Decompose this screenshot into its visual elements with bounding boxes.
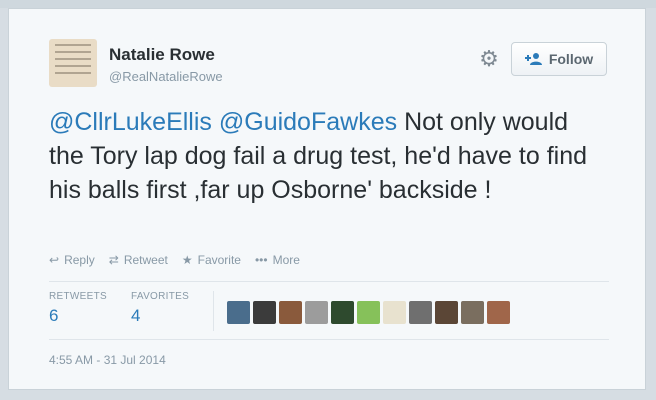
follow-button[interactable]: Follow (511, 42, 607, 76)
favoriter-avatar[interactable] (331, 301, 354, 324)
favorites-label: FAVORITES (131, 291, 190, 302)
favorites-stat[interactable]: FAVORITES 4 (131, 291, 189, 326)
divider (49, 339, 609, 340)
retweet-button[interactable]: ⇄ Retweet (109, 253, 168, 267)
favoriter-avatar[interactable] (357, 301, 380, 324)
favoriter-avatar[interactable] (461, 301, 484, 324)
tweet-actions: ↩ Reply ⇄ Retweet ★ Favorite ••• More (49, 253, 300, 267)
retweet-icon: ⇄ (108, 253, 119, 267)
retweet-label: Retweet (123, 253, 168, 267)
tweet-text: @CllrLukeEllis @GuidoFawkes Not only wou… (49, 105, 609, 207)
favorite-button[interactable]: ★ Favorite (182, 253, 241, 267)
star-icon: ★ (181, 253, 193, 267)
favoriter-avatar[interactable] (383, 301, 406, 324)
favoriter-avatar[interactable] (305, 301, 328, 324)
favoriter-avatar[interactable] (409, 301, 432, 324)
favorites-count: 4 (131, 306, 141, 325)
stat-separator (213, 291, 214, 331)
more-label: More (272, 253, 300, 267)
favoriters-list (227, 301, 510, 324)
retweets-count: 6 (49, 306, 59, 325)
add-user-icon (524, 52, 543, 66)
timestamp[interactable]: 4:55 AM - 31 Jul 2014 (49, 353, 166, 367)
mention-link[interactable]: @GuidoFawkes (219, 108, 397, 136)
favoriter-avatar[interactable] (253, 301, 276, 324)
reply-button[interactable]: ↩ Reply (49, 253, 95, 267)
more-icon: ••• (254, 253, 268, 267)
tweet-card: Natalie Rowe @RealNatalieRowe ⚙ Follow @… (8, 8, 646, 390)
more-button[interactable]: ••• More (255, 253, 300, 267)
favoriter-avatar[interactable] (435, 301, 458, 324)
reply-icon: ↩ (49, 253, 60, 267)
author-handle[interactable]: @RealNatalieRowe (109, 69, 223, 84)
retweets-label: RETWEETS (49, 291, 107, 302)
divider (49, 281, 609, 282)
follow-label: Follow (548, 51, 594, 67)
retweets-stat[interactable]: RETWEETS 6 (49, 291, 107, 326)
favorite-label: Favorite (197, 253, 241, 267)
gear-icon[interactable]: ⚙ (476, 46, 502, 72)
favoriter-avatar[interactable] (227, 301, 250, 324)
reply-label: Reply (64, 253, 95, 267)
favoriter-avatar[interactable] (487, 301, 510, 324)
favoriter-avatar[interactable] (279, 301, 302, 324)
mention-link[interactable]: @CllrLukeEllis (49, 108, 212, 136)
page-background-strip (0, 0, 656, 8)
author-name[interactable]: Natalie Rowe (109, 45, 215, 65)
avatar[interactable] (49, 39, 97, 87)
